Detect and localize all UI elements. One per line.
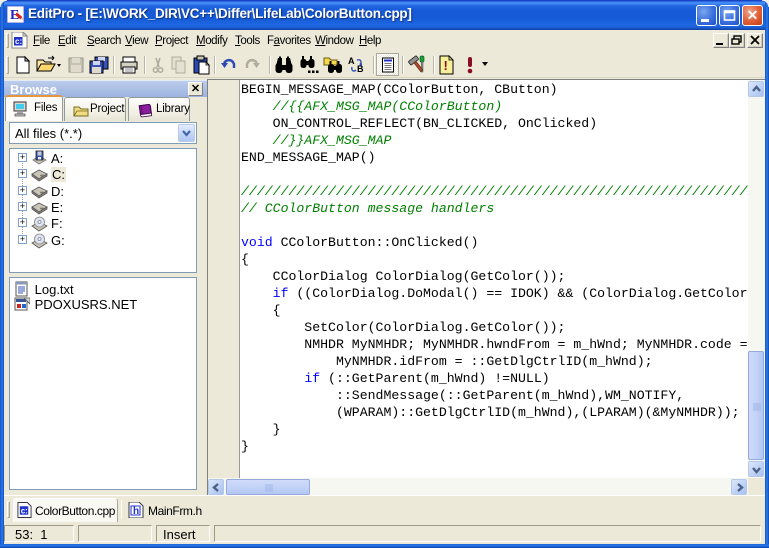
svg-text:c:: c: <box>21 506 28 515</box>
svg-text:c:: c: <box>15 37 22 46</box>
svg-text:h: h <box>133 506 139 517</box>
svg-text:A: A <box>348 56 355 66</box>
svg-text:!: ! <box>444 58 448 73</box>
